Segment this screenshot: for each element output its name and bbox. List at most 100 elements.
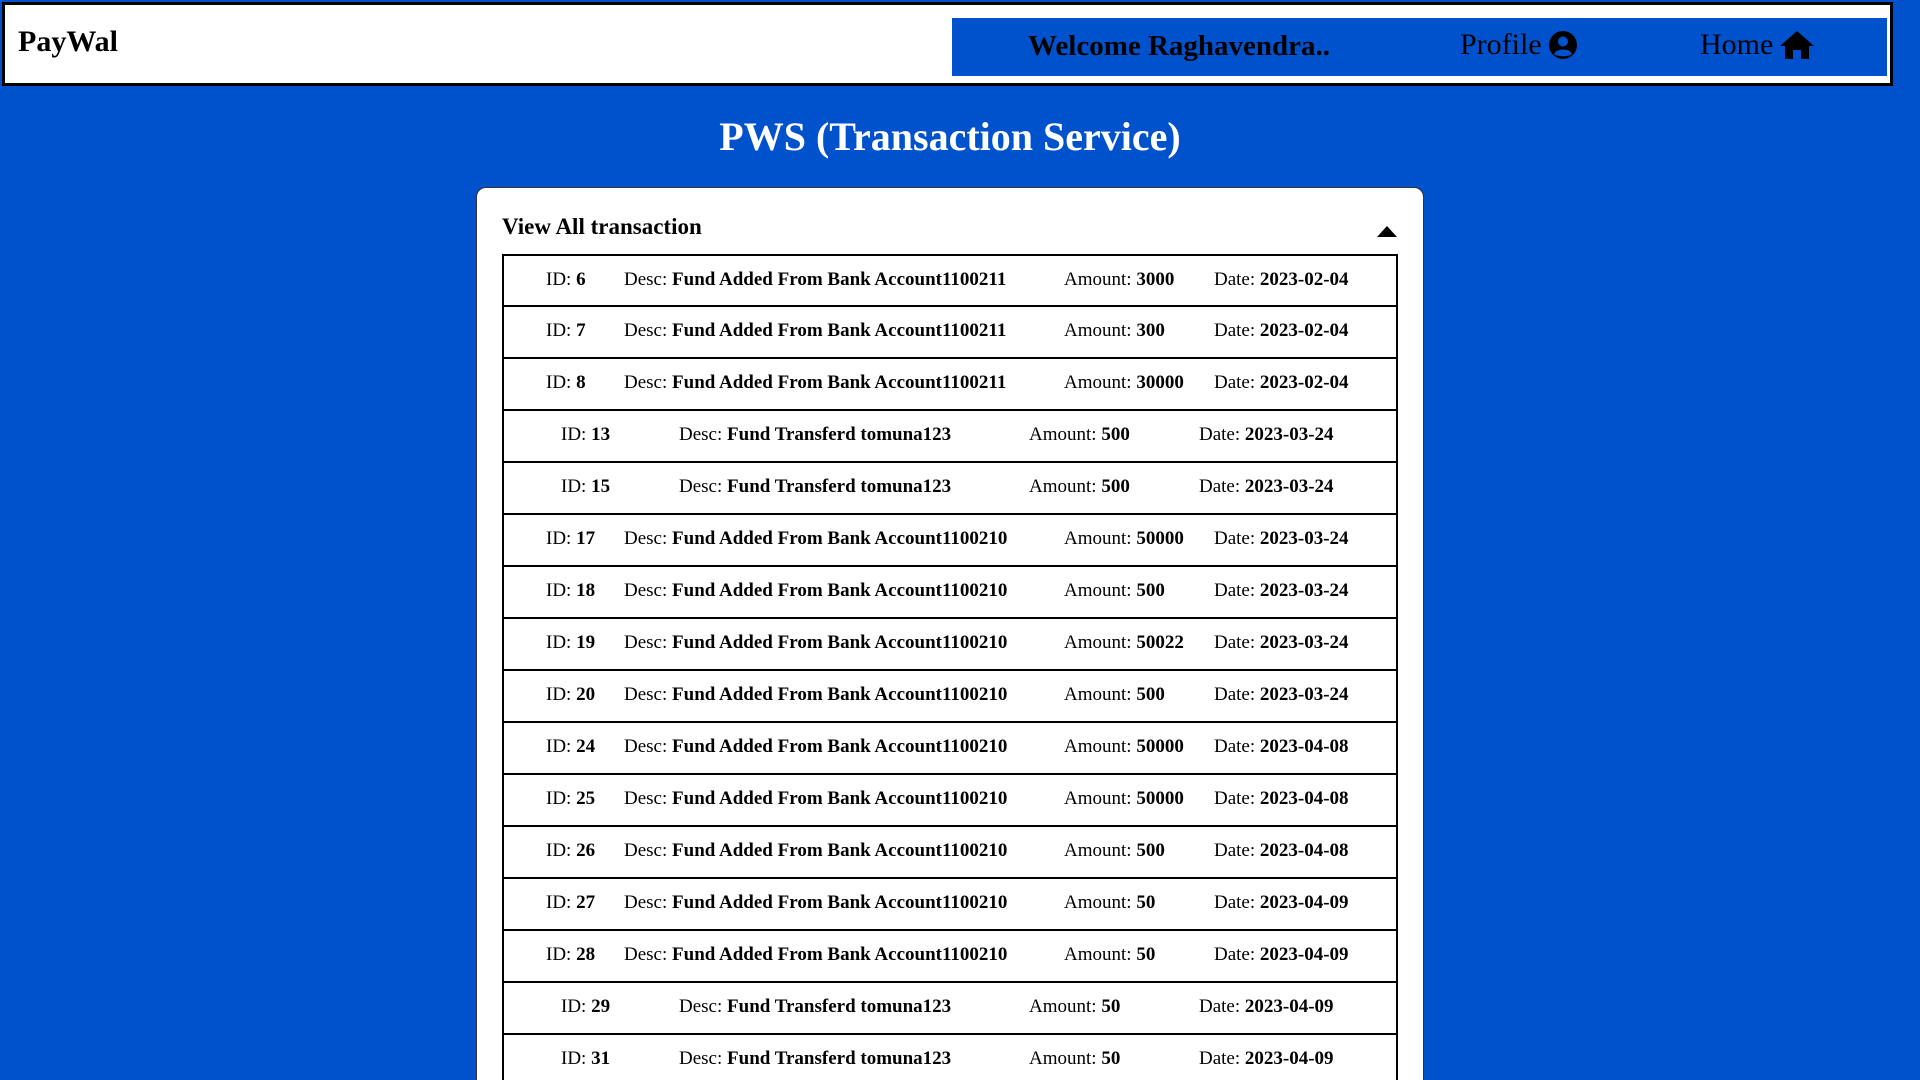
transaction-amount-label: Amount:	[1064, 528, 1132, 549]
transaction-amount-value: 300	[1136, 320, 1165, 341]
transaction-id-value: 18	[576, 580, 596, 601]
transaction-amount-value: 50	[1136, 892, 1156, 913]
transaction-desc-label: Desc:	[624, 320, 668, 341]
transaction-row: ID: 26 Desc: Fund Added From Bank Account…	[502, 826, 1398, 878]
transaction-date-label: Date:	[1214, 788, 1256, 809]
transaction-id: ID: 17	[546, 528, 595, 550]
transaction-desc-label: Desc:	[624, 944, 668, 965]
transaction-date-label: Date:	[1214, 684, 1256, 705]
transaction-amount: Amount: 500	[1029, 476, 1130, 498]
transaction-row: ID: 20 Desc: Fund Added From Bank Account…	[502, 670, 1398, 722]
transaction-amount-value: 500	[1101, 476, 1130, 497]
transaction-id: ID: 7	[546, 320, 586, 342]
transaction-amount-value: 500	[1136, 580, 1165, 601]
transaction-date-label: Date:	[1199, 1048, 1241, 1069]
transaction-id-label: ID:	[561, 476, 587, 497]
transaction-amount-label: Amount:	[1064, 736, 1132, 757]
transaction-desc-label: Desc:	[624, 632, 668, 653]
transaction-date-label: Date:	[1214, 269, 1256, 290]
transaction-id: ID: 26	[546, 840, 595, 862]
transaction-date-label: Date:	[1199, 996, 1241, 1017]
transaction-id: ID: 28	[546, 944, 595, 966]
transaction-date: Date: 2023-03-24	[1214, 580, 1349, 602]
transaction-desc-label: Desc:	[679, 476, 723, 497]
transaction-desc: Desc: Fund Added From Bank Account110021…	[624, 684, 1007, 706]
transaction-date-value: 2023-04-09	[1244, 996, 1334, 1017]
transaction-desc-value: Fund Transferd tomuna123	[727, 424, 952, 445]
transaction-amount: Amount: 50	[1029, 996, 1120, 1018]
transaction-date: Date: 2023-04-09	[1199, 1048, 1334, 1070]
transaction-desc-label: Desc:	[624, 892, 668, 913]
transaction-amount: Amount: 300	[1064, 320, 1165, 342]
transaction-id-label: ID:	[546, 580, 572, 601]
transaction-amount-value: 3000	[1136, 269, 1175, 290]
transaction-id-value: 25	[576, 788, 596, 809]
transaction-id-label: ID:	[546, 372, 572, 393]
transaction-desc-value: Fund Transferd tomuna123	[727, 996, 952, 1017]
transaction-date: Date: 2023-03-24	[1199, 476, 1334, 498]
transaction-row: ID: 17 Desc: Fund Added From Bank Account…	[502, 514, 1398, 566]
transaction-amount-label: Amount:	[1064, 632, 1132, 653]
transaction-amount: Amount: 500	[1029, 424, 1130, 446]
transaction-date-value: 2023-04-09	[1259, 944, 1349, 965]
transaction-amount-label: Amount:	[1064, 580, 1132, 601]
profile-link[interactable]: Profile	[1460, 28, 1578, 62]
transaction-id-label: ID:	[561, 996, 587, 1017]
home-link[interactable]: Home	[1700, 28, 1815, 62]
transaction-amount: Amount: 50000	[1064, 736, 1184, 758]
transaction-row: ID: 25 Desc: Fund Added From Bank Account…	[502, 774, 1398, 826]
transaction-amount-value: 50000	[1136, 528, 1184, 549]
transaction-id-label: ID:	[546, 736, 572, 757]
transaction-row: ID: 31 Desc: Fund Transferd tomuna123 Amou…	[502, 1034, 1398, 1080]
transaction-row: ID: 13 Desc: Fund Transferd tomuna123 Amou…	[502, 410, 1398, 462]
transaction-id-value: 7	[576, 320, 586, 341]
transaction-desc-value: Fund Added From Bank Account1100210	[672, 528, 1008, 549]
transaction-amount: Amount: 500	[1064, 684, 1165, 706]
transaction-date-value: 2023-03-24	[1244, 424, 1334, 445]
transaction-date-label: Date:	[1199, 476, 1241, 497]
transaction-amount-value: 50	[1101, 1048, 1121, 1069]
transaction-id-value: 15	[591, 476, 611, 497]
transaction-date-label: Date:	[1214, 632, 1256, 653]
transaction-row: ID: 15 Desc: Fund Transferd tomuna123 Amou…	[502, 462, 1398, 514]
transaction-date-label: Date:	[1214, 736, 1256, 757]
transaction-id-label: ID:	[546, 528, 572, 549]
transaction-date-value: 2023-03-24	[1259, 684, 1349, 705]
transactions-header[interactable]: View All transaction	[502, 214, 702, 240]
transaction-desc: Desc: Fund Added From Bank Account110021…	[624, 736, 1007, 758]
transaction-id-value: 20	[576, 684, 596, 705]
transaction-row: ID: 8 Desc: Fund Added From Bank Account1…	[502, 358, 1398, 410]
transaction-date: Date: 2023-04-08	[1214, 840, 1349, 862]
transaction-amount-label: Amount:	[1064, 269, 1132, 290]
transaction-id: ID: 15	[561, 476, 610, 498]
transaction-amount: Amount: 500	[1064, 840, 1165, 862]
transaction-desc: Desc: Fund Added From Bank Account110021…	[624, 528, 1007, 550]
transaction-desc-value: Fund Added From Bank Account1100211	[672, 269, 1007, 290]
transaction-amount-label: Amount:	[1029, 476, 1097, 497]
transaction-amount: Amount: 50000	[1064, 528, 1184, 550]
transaction-desc-label: Desc:	[624, 580, 668, 601]
transaction-desc-value: Fund Added From Bank Account1100210	[672, 944, 1008, 965]
transaction-desc-label: Desc:	[624, 269, 668, 290]
transaction-date: Date: 2023-02-04	[1214, 320, 1349, 342]
transaction-date: Date: 2023-04-09	[1199, 996, 1334, 1018]
transaction-amount-label: Amount:	[1064, 944, 1132, 965]
transaction-date: Date: 2023-03-24	[1199, 424, 1334, 446]
transaction-date: Date: 2023-04-09	[1214, 892, 1349, 914]
caret-up-icon[interactable]	[1377, 224, 1397, 242]
transaction-id-label: ID:	[546, 632, 572, 653]
transaction-id: ID: 24	[546, 736, 595, 758]
transaction-id: ID: 8	[546, 372, 586, 394]
transaction-date-value: 2023-02-04	[1259, 269, 1349, 290]
transaction-desc: Desc: Fund Added From Bank Account110021…	[624, 788, 1007, 810]
transaction-desc-label: Desc:	[624, 736, 668, 757]
transaction-id-label: ID:	[561, 424, 587, 445]
transaction-amount: Amount: 500	[1064, 580, 1165, 602]
transaction-date-label: Date:	[1214, 840, 1256, 861]
transaction-desc: Desc: Fund Added From Bank Account110021…	[624, 372, 1006, 394]
transaction-desc-value: Fund Added From Bank Account1100210	[672, 580, 1008, 601]
transaction-id-label: ID:	[546, 788, 572, 809]
brand-logo[interactable]: PayWal	[18, 25, 118, 59]
page-title: PWS (Transaction Service)	[719, 114, 1181, 159]
transaction-date-value: 2023-04-09	[1244, 1048, 1334, 1069]
